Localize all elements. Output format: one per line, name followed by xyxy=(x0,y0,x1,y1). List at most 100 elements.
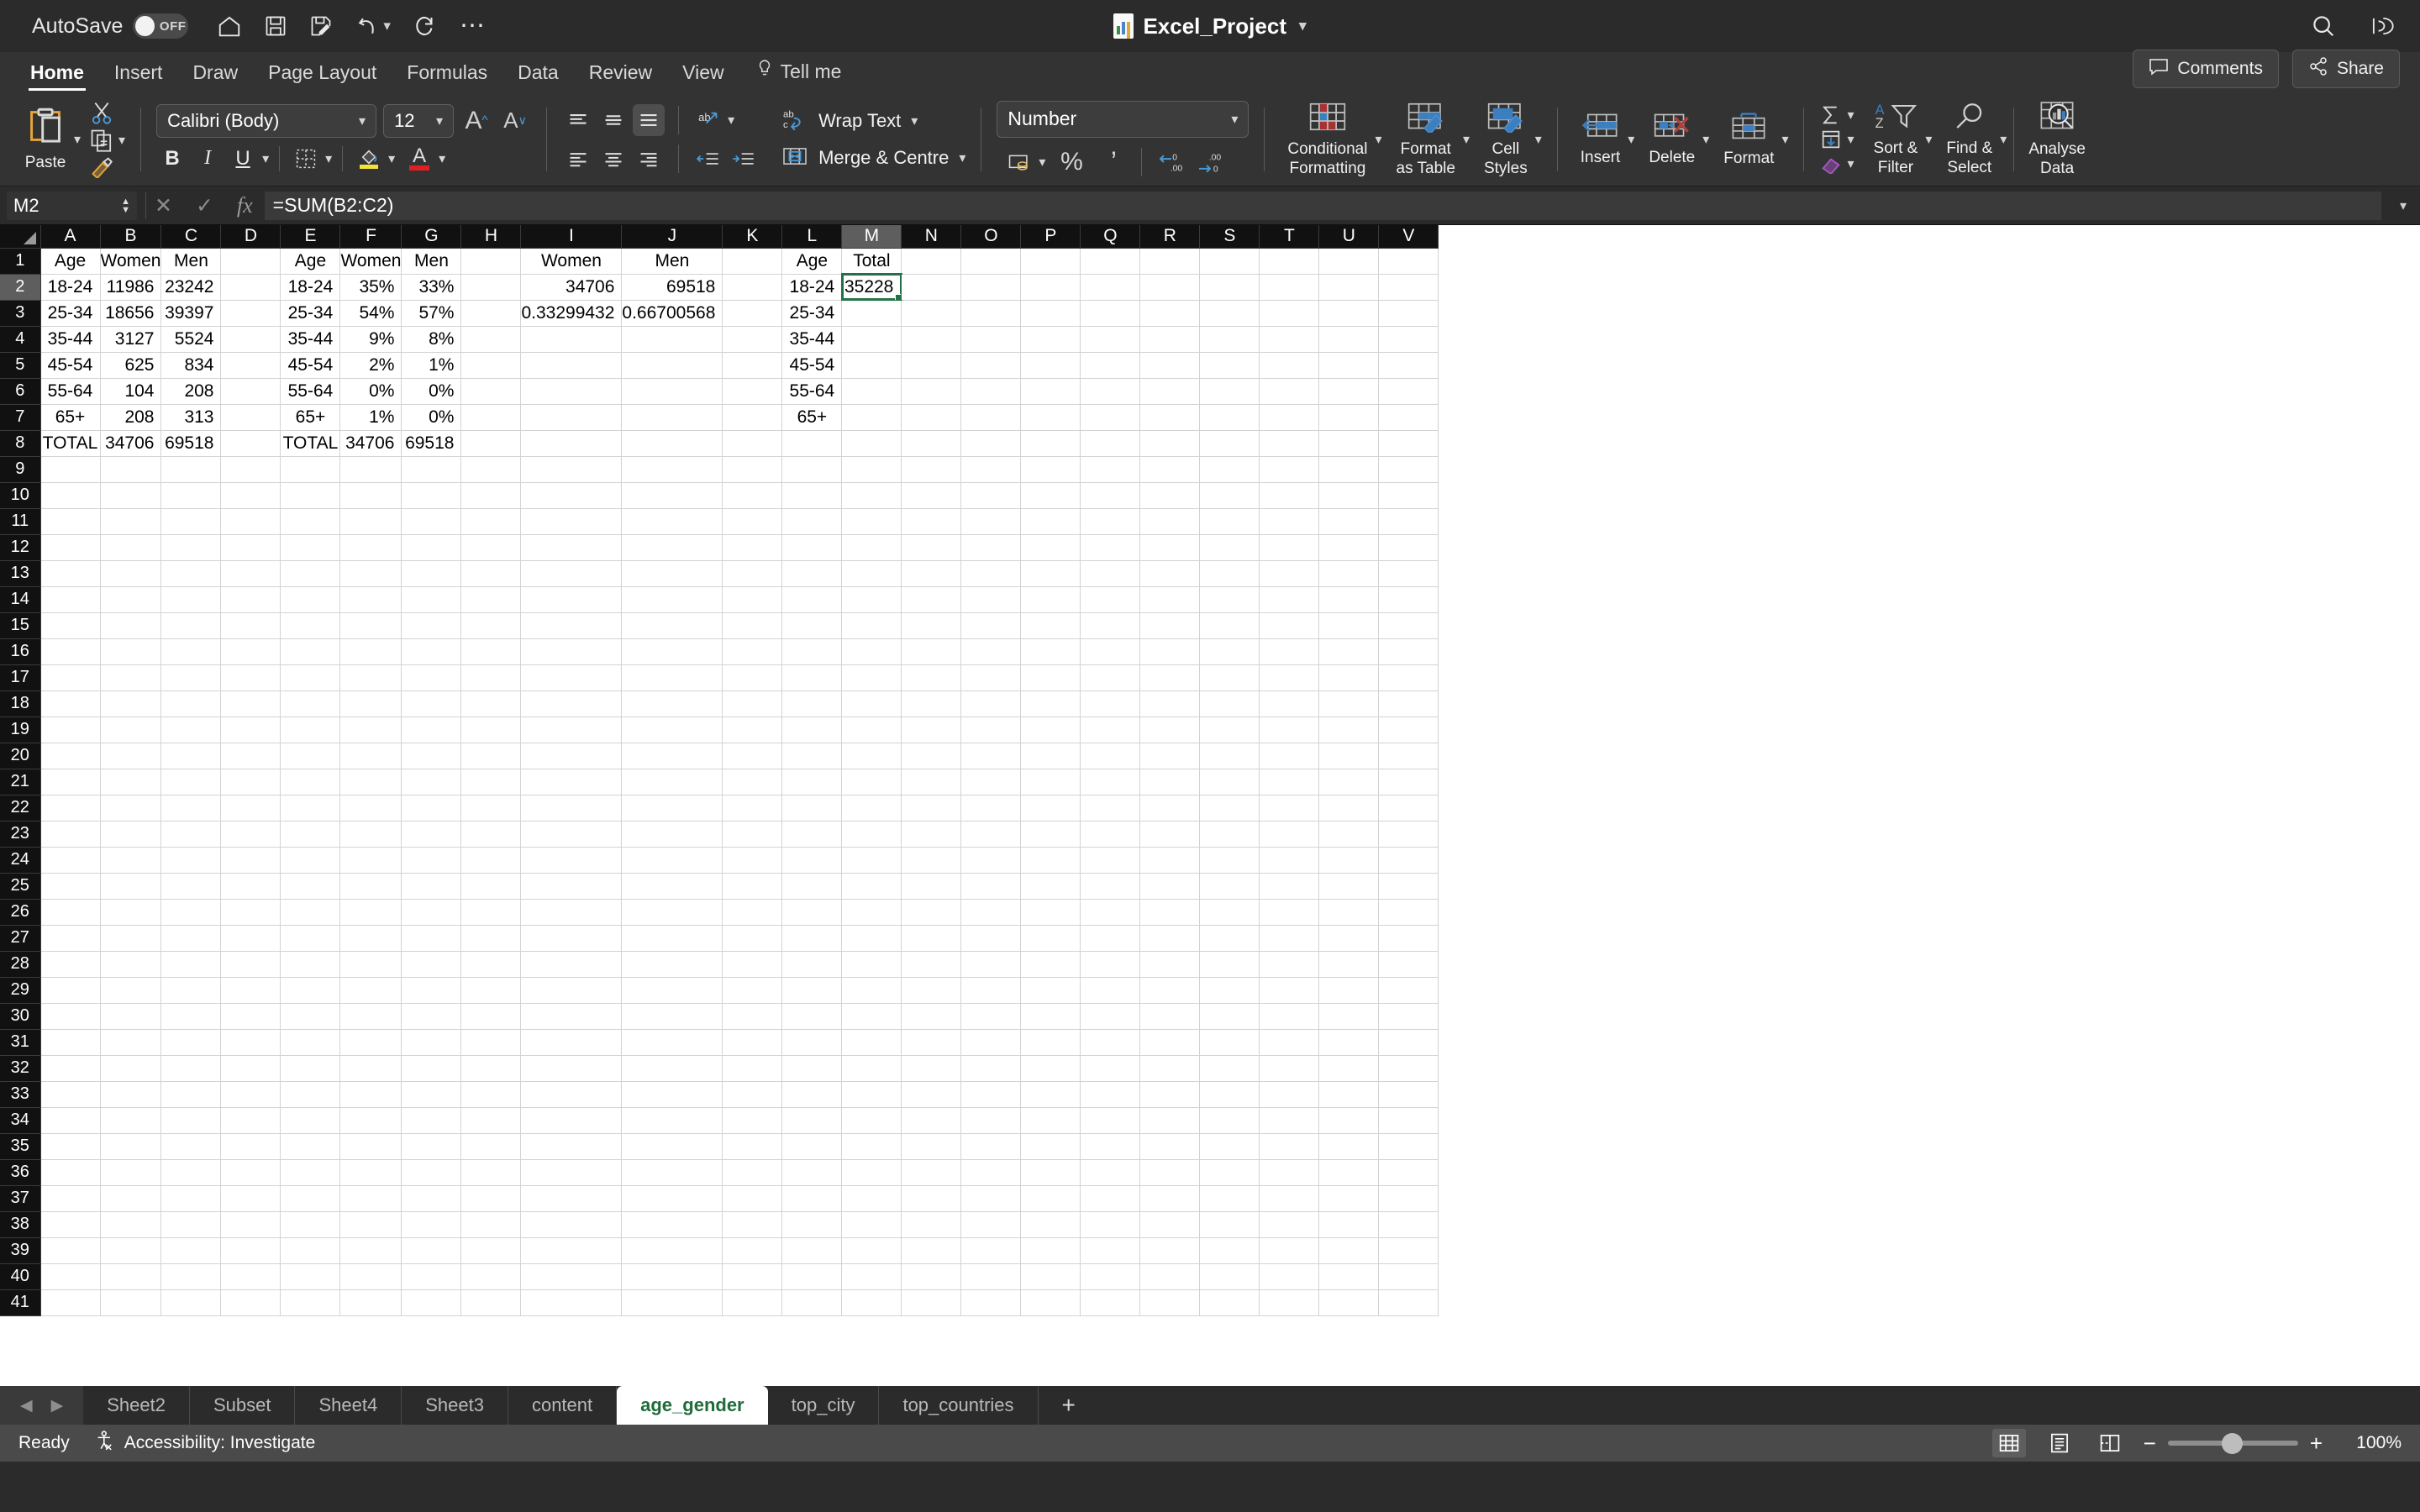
cell-E25[interactable] xyxy=(280,873,341,900)
cell-M10[interactable] xyxy=(841,482,902,509)
column-header-K[interactable]: K xyxy=(722,225,783,249)
cell-P30[interactable] xyxy=(1020,1003,1081,1030)
accessibility-status[interactable]: Accessibility: Investigate xyxy=(95,1431,315,1456)
row-header-33[interactable]: 33 xyxy=(0,1081,41,1108)
cell-I3[interactable]: 0.33299432 xyxy=(520,300,623,327)
tell-me-search[interactable]: Tell me xyxy=(739,59,854,92)
cell-C1[interactable]: Men xyxy=(160,248,222,275)
cell-T20[interactable] xyxy=(1259,743,1320,769)
row-header-6[interactable]: 6 xyxy=(0,378,41,405)
cell-M20[interactable] xyxy=(841,743,902,769)
cell-E27[interactable] xyxy=(280,925,341,952)
cell-Q12[interactable] xyxy=(1080,534,1141,561)
cell-L19[interactable] xyxy=(781,717,843,743)
name-box-spinner[interactable]: ▲ ▼ xyxy=(121,197,130,214)
cell-J15[interactable] xyxy=(621,612,723,639)
cell-O25[interactable] xyxy=(960,873,1022,900)
sort-filter-dropdown-icon[interactable]: ▾ xyxy=(1925,131,1932,148)
cell-B13[interactable] xyxy=(100,560,162,587)
cell-M26[interactable] xyxy=(841,899,902,926)
cell-B10[interactable] xyxy=(100,482,162,509)
cell-F14[interactable] xyxy=(339,586,402,613)
cell-C31[interactable] xyxy=(160,1029,222,1056)
cell-T28[interactable] xyxy=(1259,951,1320,978)
cell-D27[interactable] xyxy=(220,925,281,952)
cell-S37[interactable] xyxy=(1199,1185,1260,1212)
cell-T37[interactable] xyxy=(1259,1185,1320,1212)
cell-H12[interactable] xyxy=(460,534,522,561)
cell-F1[interactable]: Women xyxy=(339,248,402,275)
row-header-40[interactable]: 40 xyxy=(0,1263,41,1290)
cell-I1[interactable]: Women xyxy=(520,248,623,275)
cell-N15[interactable] xyxy=(901,612,962,639)
cell-P5[interactable] xyxy=(1020,352,1081,379)
cell-U27[interactable] xyxy=(1318,925,1380,952)
cell-I4[interactable] xyxy=(520,326,623,353)
column-header-F[interactable]: F xyxy=(339,225,402,249)
cell-H5[interactable] xyxy=(460,352,522,379)
cell-L20[interactable] xyxy=(781,743,843,769)
cell-I5[interactable] xyxy=(520,352,623,379)
cell-V32[interactable] xyxy=(1378,1055,1439,1082)
cell-C38[interactable] xyxy=(160,1211,222,1238)
column-header-S[interactable]: S xyxy=(1199,225,1260,249)
cell-H4[interactable] xyxy=(460,326,522,353)
cell-U40[interactable] xyxy=(1318,1263,1380,1290)
cell-D8[interactable] xyxy=(220,430,281,457)
cell-S1[interactable] xyxy=(1199,248,1260,275)
cell-R28[interactable] xyxy=(1139,951,1201,978)
cell-S18[interactable] xyxy=(1199,690,1260,717)
cell-Q7[interactable] xyxy=(1080,404,1141,431)
fill-button[interactable]: ▾ xyxy=(1819,129,1854,150)
cell-E10[interactable] xyxy=(280,482,341,509)
cell-R2[interactable] xyxy=(1139,274,1201,301)
row-header-37[interactable]: 37 xyxy=(0,1185,41,1212)
cell-O15[interactable] xyxy=(960,612,1022,639)
row-header-34[interactable]: 34 xyxy=(0,1107,41,1134)
cell-C40[interactable] xyxy=(160,1263,222,1290)
cell-D35[interactable] xyxy=(220,1133,281,1160)
cell-V12[interactable] xyxy=(1378,534,1439,561)
cell-D39[interactable] xyxy=(220,1237,281,1264)
cell-H7[interactable] xyxy=(460,404,522,431)
cell-T38[interactable] xyxy=(1259,1211,1320,1238)
cell-J4[interactable] xyxy=(621,326,723,353)
row-header-7[interactable]: 7 xyxy=(0,404,41,431)
cell-O35[interactable] xyxy=(960,1133,1022,1160)
row-header-38[interactable]: 38 xyxy=(0,1211,41,1238)
cell-U14[interactable] xyxy=(1318,586,1380,613)
cell-B3[interactable]: 18656 xyxy=(100,300,162,327)
cell-U33[interactable] xyxy=(1318,1081,1380,1108)
row-header-1[interactable]: 1 xyxy=(0,248,41,275)
expand-formula-bar-icon[interactable]: ▾ xyxy=(2386,197,2420,214)
cell-B32[interactable] xyxy=(100,1055,162,1082)
cell-G9[interactable] xyxy=(401,456,462,483)
cell-K27[interactable] xyxy=(722,925,783,952)
align-bottom-icon[interactable] xyxy=(633,103,666,136)
clear-dropdown-icon[interactable]: ▾ xyxy=(1847,155,1854,172)
row-header-9[interactable]: 9 xyxy=(0,456,41,483)
cell-E3[interactable]: 25-34 xyxy=(280,300,341,327)
cell-U16[interactable] xyxy=(1318,638,1380,665)
undo-icon[interactable]: ▾ xyxy=(355,13,391,39)
delete-cells-button[interactable]: Delete xyxy=(1641,112,1702,166)
cell-L40[interactable] xyxy=(781,1263,843,1290)
cell-G28[interactable] xyxy=(401,951,462,978)
row-header-18[interactable]: 18 xyxy=(0,690,41,717)
cell-C34[interactable] xyxy=(160,1107,222,1134)
cell-E41[interactable] xyxy=(280,1289,341,1316)
document-title[interactable]: Excel_Project ▾ xyxy=(1113,13,1307,39)
cell-C14[interactable] xyxy=(160,586,222,613)
cell-S22[interactable] xyxy=(1199,795,1260,822)
cell-C16[interactable] xyxy=(160,638,222,665)
cell-N24[interactable] xyxy=(901,847,962,874)
cell-T13[interactable] xyxy=(1259,560,1320,587)
cell-L13[interactable] xyxy=(781,560,843,587)
cell-G30[interactable] xyxy=(401,1003,462,1030)
cell-F31[interactable] xyxy=(339,1029,402,1056)
decrease-indent-icon[interactable] xyxy=(692,143,724,175)
cell-Q13[interactable] xyxy=(1080,560,1141,587)
cell-D21[interactable] xyxy=(220,769,281,795)
share-button[interactable]: Share xyxy=(2291,50,2400,88)
cell-U31[interactable] xyxy=(1318,1029,1380,1056)
